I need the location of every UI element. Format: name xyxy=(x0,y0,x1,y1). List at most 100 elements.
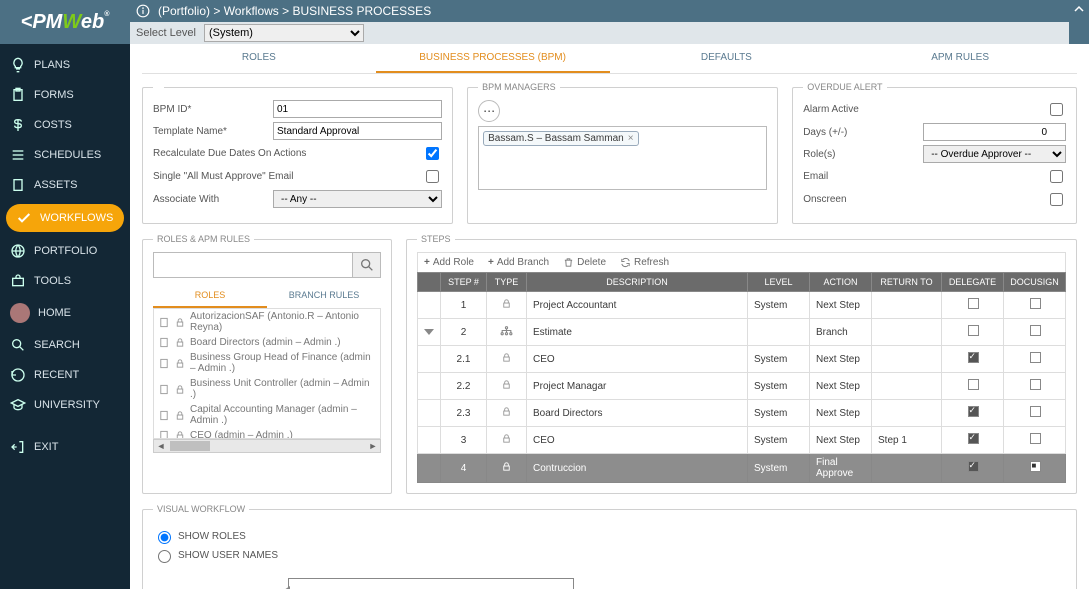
chip-remove-icon[interactable]: × xyxy=(628,133,634,144)
refresh-icon xyxy=(620,257,631,268)
sidebar-label: PORTFOLIO xyxy=(34,245,97,257)
sidebar-label: SEARCH xyxy=(34,339,80,351)
overdue-email-checkbox[interactable] xyxy=(1050,170,1063,183)
sidebar-item-university[interactable]: UNIVERSITY xyxy=(0,390,130,420)
show-users-radio[interactable] xyxy=(158,550,171,563)
col-return[interactable]: RETURN TO xyxy=(872,273,942,292)
subtab-branch-rules[interactable]: BRANCH RULES xyxy=(267,284,381,308)
scroll-left-icon[interactable]: ◄ xyxy=(154,441,168,451)
docusign-checkbox[interactable] xyxy=(1030,352,1041,363)
add-branch-button[interactable]: +Add Branch xyxy=(488,257,549,268)
docusign-checkbox[interactable] xyxy=(1030,433,1041,444)
branch-icon xyxy=(500,324,513,337)
table-row[interactable]: 4ContruccionSystemFinal Approve xyxy=(418,454,1066,483)
col-docusign[interactable]: DOCUSIGN xyxy=(1004,273,1066,292)
sidebar-item-workflows[interactable]: WORKFLOWS xyxy=(6,204,124,232)
managers-picker-button[interactable]: ⋯ xyxy=(478,100,500,122)
role-search-button[interactable] xyxy=(352,253,380,277)
col-action[interactable]: ACTION xyxy=(810,273,872,292)
docusign-checkbox[interactable] xyxy=(1030,461,1041,472)
delegate-checkbox[interactable] xyxy=(968,298,979,309)
header-collapse[interactable] xyxy=(1069,0,1089,44)
lock-icon xyxy=(174,384,186,395)
col-type[interactable]: TYPE xyxy=(487,273,527,292)
delegate-checkbox[interactable] xyxy=(968,379,979,390)
col-level[interactable]: LEVEL xyxy=(748,273,810,292)
overdue-onscreen-checkbox[interactable] xyxy=(1050,193,1063,206)
role-list-item[interactable]: Business Unit Controller (admin – Admin … xyxy=(154,376,380,402)
tab-roles[interactable]: ROLES xyxy=(142,44,376,73)
show-users-option[interactable]: SHOW USER NAMES xyxy=(153,547,278,563)
tmpl-name-input[interactable] xyxy=(273,122,442,140)
main-tabs: ROLES BUSINESS PROCESSES (BPM) DEFAULTS … xyxy=(142,44,1077,74)
tab-apm[interactable]: APM RULES xyxy=(843,44,1077,73)
sidebar-item-costs[interactable]: COSTS xyxy=(0,110,130,140)
tab-defaults[interactable]: DEFAULTS xyxy=(610,44,844,73)
sidebar-item-recent[interactable]: RECENT xyxy=(0,360,130,390)
table-row[interactable]: 2.2Project ManagarSystemNext Step xyxy=(418,373,1066,400)
scroll-thumb[interactable] xyxy=(170,441,210,451)
delegate-checkbox[interactable] xyxy=(968,461,979,472)
tab-bpm[interactable]: BUSINESS PROCESSES (BPM) xyxy=(376,44,610,73)
table-row[interactable]: 3CEOSystemNext StepStep 1 xyxy=(418,427,1066,454)
role-list[interactable]: AutorizacionSAF (Antonio.R – Antonio Rey… xyxy=(153,309,381,439)
overdue-roles-select[interactable]: -- Overdue Approver -- xyxy=(923,145,1066,163)
single-email-checkbox[interactable] xyxy=(426,170,439,183)
table-row[interactable]: 1Project AccountantSystemNext Step xyxy=(418,292,1066,319)
delegate-checkbox[interactable] xyxy=(968,352,979,363)
docusign-checkbox[interactable] xyxy=(1030,298,1041,309)
col-desc[interactable]: DESCRIPTION xyxy=(527,273,748,292)
show-roles-option[interactable]: SHOW ROLES xyxy=(153,528,246,544)
delegate-checkbox[interactable] xyxy=(968,433,979,444)
delegate-checkbox[interactable] xyxy=(968,406,979,417)
delete-button[interactable]: Delete xyxy=(563,257,606,268)
sidebar-item-portfolio[interactable]: PORTFOLIO xyxy=(0,236,130,266)
role-list-item[interactable]: Business Group Head of Finance (admin – … xyxy=(154,350,380,376)
lock-icon xyxy=(501,352,512,363)
breadcrumb: (Portfolio) > Workflows > BUSINESS PROCE… xyxy=(130,0,1069,22)
managers-box[interactable]: Bassam.S – Bassam Samman× xyxy=(478,126,767,190)
sidebar-item-exit[interactable]: EXIT xyxy=(0,432,130,462)
sidebar-item-home[interactable]: HOME xyxy=(0,296,130,330)
table-row[interactable]: 2.3Board DirectorsSystemNext Step xyxy=(418,400,1066,427)
delegate-checkbox[interactable] xyxy=(968,325,979,336)
sidebar-item-assets[interactable]: ASSETS xyxy=(0,170,130,200)
show-roles-radio[interactable] xyxy=(158,531,171,544)
main-content: ROLES BUSINESS PROCESSES (BPM) DEFAULTS … xyxy=(130,44,1089,589)
role-list-item[interactable]: AutorizacionSAF (Antonio.R – Antonio Rey… xyxy=(154,309,380,335)
table-row[interactable]: 2.1CEOSystemNext Step xyxy=(418,346,1066,373)
associate-label: Associate With xyxy=(153,194,273,205)
panel-legend xyxy=(153,82,164,92)
level-select[interactable]: (System) xyxy=(204,24,364,42)
col-step[interactable]: STEP # xyxy=(441,273,487,292)
col-delegate[interactable]: DELEGATE xyxy=(942,273,1004,292)
info-icon xyxy=(136,4,150,18)
docusign-checkbox[interactable] xyxy=(1030,406,1041,417)
doc-icon xyxy=(158,358,170,369)
associate-select[interactable]: -- Any -- xyxy=(273,190,442,208)
subtab-roles[interactable]: ROLES xyxy=(153,284,267,308)
alarm-checkbox[interactable] xyxy=(1050,103,1063,116)
sidebar-item-plans[interactable]: PLANS xyxy=(0,50,130,80)
refresh-button[interactable]: Refresh xyxy=(620,257,669,268)
visual-legend: VISUAL WORKFLOW xyxy=(153,504,249,514)
sidebar-item-forms[interactable]: FORMS xyxy=(0,80,130,110)
role-search-input[interactable] xyxy=(154,253,352,277)
sidebar-item-schedules[interactable]: SCHEDULES xyxy=(0,140,130,170)
role-list-item[interactable]: Board Directors (admin – Admin .) xyxy=(154,335,380,350)
role-list-item[interactable]: CEO (admin – Admin .) xyxy=(154,428,380,439)
role-list-item[interactable]: Capital Accounting Manager (admin – Admi… xyxy=(154,402,380,428)
table-row[interactable]: 2EstimateBranch xyxy=(418,319,1066,346)
expand-icon[interactable] xyxy=(424,329,434,335)
sidebar-item-tools[interactable]: TOOLS xyxy=(0,266,130,296)
docusign-checkbox[interactable] xyxy=(1030,379,1041,390)
bpm-id-input[interactable] xyxy=(273,100,442,118)
docusign-checkbox[interactable] xyxy=(1030,325,1041,336)
role-list-hscroll[interactable]: ◄► xyxy=(153,439,381,453)
scroll-right-icon[interactable]: ► xyxy=(366,441,380,451)
recalc-checkbox[interactable] xyxy=(426,147,439,160)
days-input[interactable] xyxy=(923,123,1066,141)
sidebar-item-search[interactable]: SEARCH xyxy=(0,330,130,360)
add-role-button[interactable]: +Add Role xyxy=(424,257,474,268)
bpm-id-label: BPM ID* xyxy=(153,104,273,115)
